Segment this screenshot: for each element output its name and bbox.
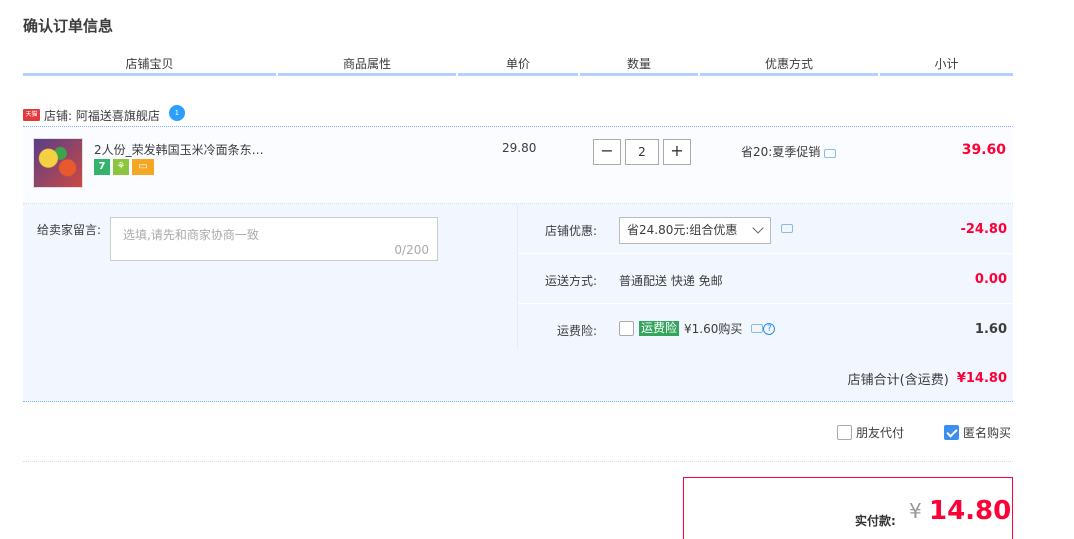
shop-row: 天猫 店铺: 阿福送喜旗舰店 1 [23,104,185,126]
shop-name-link[interactable]: 店铺: 阿福送喜旗舰店 [44,107,160,124]
shop-total: 店铺合计(含运费) ¥14.80 [848,369,1007,388]
gift-icon[interactable]: ⚘ [113,159,129,175]
quantity-stepper: − 2 + [593,139,691,165]
shipping-method: 普通配送 快递 免邮 [619,274,723,288]
shop-discount-selected: 省24.80元:组合优惠 [627,223,738,237]
insurance-option: 运费险 ¥1.60购买 ? [619,320,776,337]
shop-total-label: 店铺合计(含运费) [847,373,949,388]
payment-label: 实付款: [855,514,896,528]
item-promotion-text: 省20:夏季促销 [741,145,821,159]
shipping-amount: 0.00 [974,272,1007,287]
insurance-amount: 1.60 [974,322,1007,337]
insurance-info-icon[interactable] [751,324,764,333]
anonymous-purchase-checkbox[interactable] [944,425,960,440]
card-pay-icon[interactable]: ▭ [132,159,154,175]
quantity-decrease-button[interactable]: − [593,139,621,165]
insurance-checkbox[interactable] [619,321,634,336]
seller-memo-label: 给卖家留言: [37,223,102,237]
purchase-options: 朋友代付 匿名购买 [837,424,1011,441]
col-unit-price: 单价 [458,56,578,76]
anonymous-purchase-option[interactable]: 匿名购买 [944,424,1011,441]
shop-discount-select[interactable]: 省24.80元:组合优惠 [619,217,771,244]
friend-pay-checkbox[interactable] [837,425,852,440]
quantity-increase-button[interactable]: + [663,139,691,165]
insurance-price: ¥1.60购买 [684,322,743,336]
discount-info-icon[interactable] [781,224,793,233]
shipping-row: 运送方式: 普通配送 快递 免邮 0.00 [518,254,1013,304]
tmall-icon: 天猫 [23,109,40,121]
help-icon[interactable]: ? [763,322,776,335]
order-fees-panel: 店铺优惠: 省24.80元:组合优惠 -24.80 运送方式: 普通配送 快递 … [517,204,1013,350]
shipping-label: 运送方式: [544,274,597,288]
col-shop-item: 店铺宝贝 [23,56,276,76]
insurance-row: 运费险: 运费险 ¥1.60购买 ? 1.60 [518,304,1013,354]
shop-total-amount: ¥14.80 [956,371,1007,386]
shop-discount-amount: -24.80 [960,222,1007,237]
order-extra-panel: 给卖家留言: 选填,请先和商家协商一致 0/200 店铺优惠: 省24.80元:… [23,204,1013,402]
col-discount-method: 优惠方式 [700,56,878,76]
item-promotion: 省20:夏季促销 [741,143,837,160]
shop-discount-row: 店铺优惠: 省24.80元:组合优惠 -24.80 [518,204,1013,254]
item-thumbnail[interactable] [33,138,83,188]
col-quantity: 数量 [580,56,698,76]
insurance-label: 运费险: [556,324,597,338]
seller-memo-char-count: 0/200 [394,243,429,257]
item-service-icons: 7 ⚘ ▭ [94,159,154,175]
page-title: 确认订单信息 [23,17,114,35]
chat-seller-icon[interactable]: 1 [168,105,185,121]
col-item-attributes: 商品属性 [278,56,456,76]
item-title-link[interactable]: 2人份_荣发韩国玉米冷面条东… [94,141,264,158]
item-subtotal: 39.60 [961,142,1006,158]
chevron-down-icon [752,222,764,234]
seller-memo-placeholder: 选填,请先和商家协商一致 [123,228,259,242]
payment-currency: ¥ [909,499,922,523]
friend-pay-label: 朋友代付 [856,426,905,440]
payment-amount: 14.80 [929,496,1012,526]
item-unit-price: 29.80 [502,141,537,155]
divider [23,461,1013,462]
order-column-header: 店铺宝贝 商品属性 单价 数量 优惠方式 小计 [23,56,1013,76]
shop-discount-label: 店铺优惠: [544,224,597,238]
seller-memo-input[interactable]: 选填,请先和商家协商一致 0/200 [110,217,438,261]
col-subtotal: 小计 [880,56,1013,76]
anonymous-purchase-label: 匿名购买 [963,426,1012,440]
promotion-info-icon[interactable] [824,149,837,158]
insurance-tag: 运费险 [639,321,680,336]
payment-summary: 实付款: ¥ 14.80 [683,477,1013,539]
seven-day-return-icon[interactable]: 7 [94,159,110,175]
friend-pay-option[interactable]: 朋友代付 [837,424,904,441]
order-item-row: 2人份_荣发韩国玉米冷面条东… 7 ⚘ ▭ 29.80 − 2 + 省20:夏季… [23,126,1013,204]
quantity-input[interactable]: 2 [625,139,659,165]
